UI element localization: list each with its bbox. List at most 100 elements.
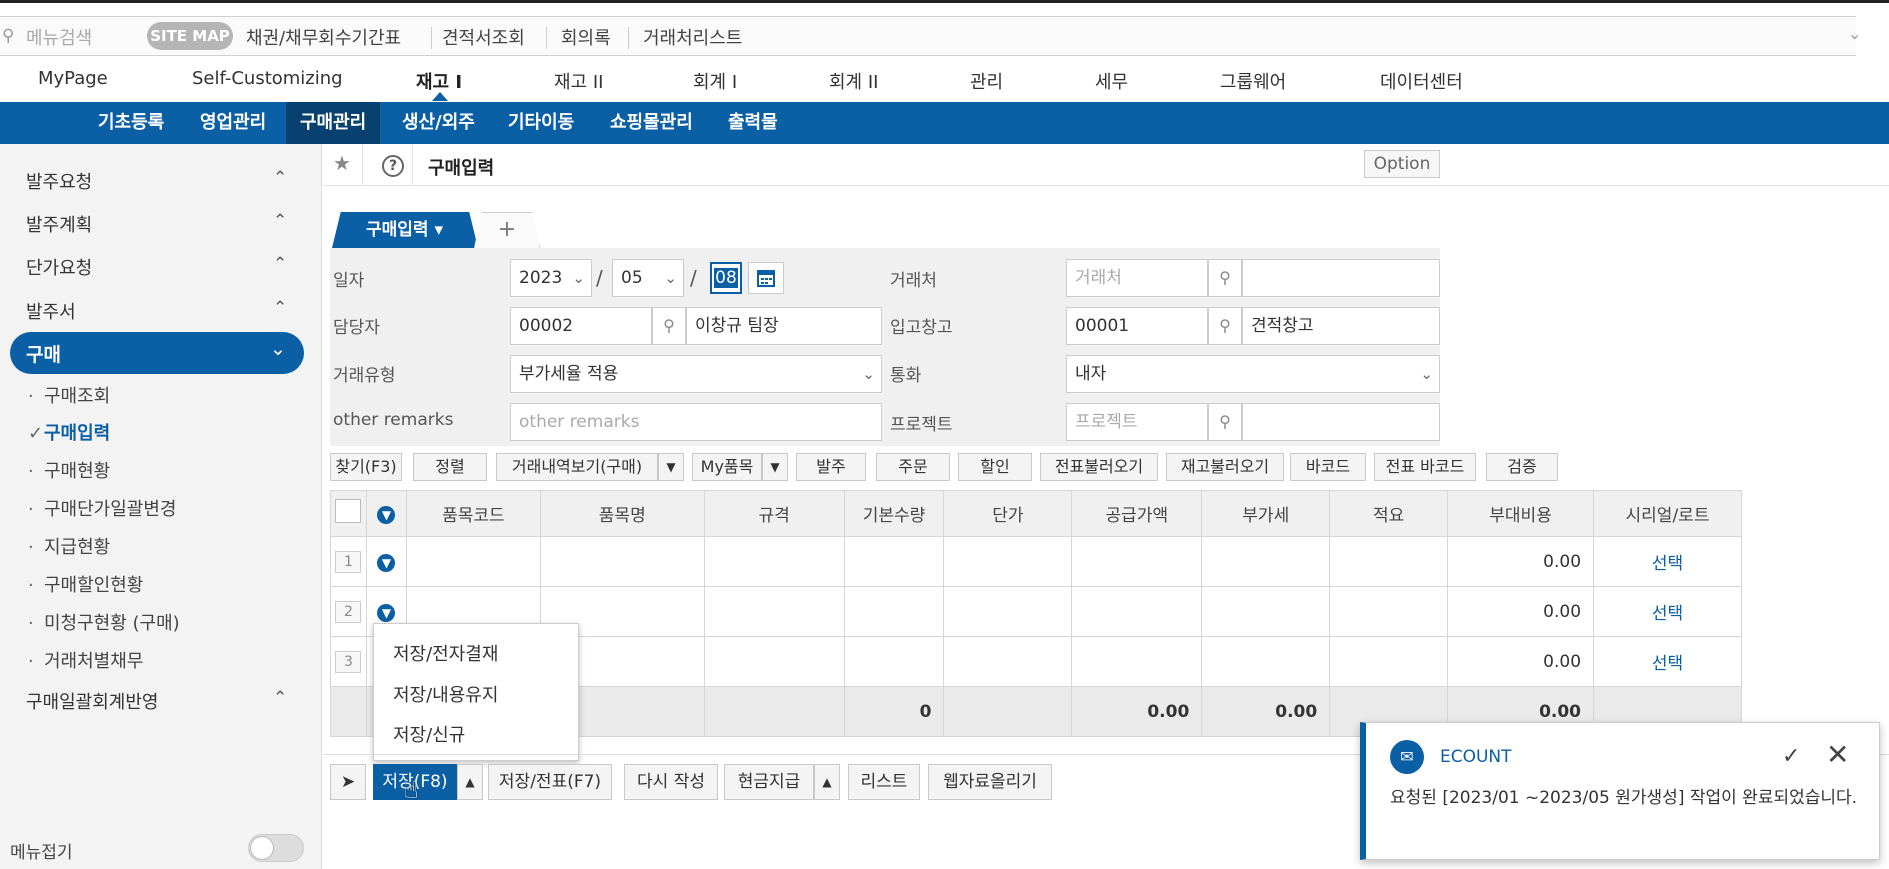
cell-remarks[interactable] <box>1329 636 1449 687</box>
mainnav-inventory-1[interactable]: 재고 I <box>416 68 462 94</box>
mainnav-mypage[interactable]: MyPage <box>38 68 108 89</box>
web-upload-button[interactable]: 웹자료올리기 <box>928 764 1052 800</box>
cell-supply[interactable] <box>1071 586 1203 637</box>
send-button[interactable]: ➤ <box>330 764 366 800</box>
mainnav-accounting-2[interactable]: 회계 II <box>829 68 878 94</box>
warehouse-search-icon[interactable]: ⚲ <box>1208 307 1242 345</box>
caret-down-icon[interactable]: ▼ <box>762 453 788 481</box>
col-spec[interactable]: 규격 <box>703 490 845 537</box>
subnav-shopping-mall[interactable]: 쇼핑몰관리 <box>596 102 707 144</box>
find-button[interactable]: 찾기(F3) <box>330 453 402 481</box>
col-extra-cost[interactable]: 부대비용 <box>1447 490 1595 537</box>
arrow-down-circle-icon[interactable]: ▼ <box>377 603 396 622</box>
slip-barcode-button[interactable]: 전표 바코드 <box>1374 453 1476 481</box>
menu-item-save-keep[interactable]: 저장/내용유지 <box>393 681 498 707</box>
list-button[interactable]: 리스트 <box>848 764 920 800</box>
caret-up-icon[interactable]: ▲ <box>814 764 840 800</box>
sidebar-item-order-plan[interactable]: 발주계획 <box>26 211 92 237</box>
cell-unit-price[interactable] <box>943 636 1073 687</box>
subnav-purchase[interactable]: 구매관리 <box>286 102 381 144</box>
sidebar-sub-price-bulk-change[interactable]: · 구매단가일괄변경 <box>28 495 176 521</box>
add-tab-button[interactable]: + <box>474 212 540 248</box>
cell-item-code[interactable] <box>405 536 541 587</box>
cell-supply[interactable] <box>1071 536 1203 587</box>
subnav-print[interactable]: 출력물 <box>714 102 792 144</box>
cell-spec[interactable] <box>703 586 845 637</box>
subnav-sales[interactable]: 영업관리 <box>186 102 280 144</box>
row-expand-cell[interactable]: ▼ <box>365 536 407 587</box>
sidebar-sub-payment-status[interactable]: · 지급현황 <box>28 533 110 559</box>
cell-qty[interactable] <box>843 536 945 587</box>
sidebar-sub-vendor-debt[interactable]: · 거래처별채무 <box>28 647 143 673</box>
project-search-icon[interactable]: ⚲ <box>1208 403 1242 441</box>
validate-button[interactable]: 검증 <box>1486 453 1558 481</box>
cell-supply[interactable] <box>1071 636 1203 687</box>
quicklink-minutes[interactable]: 회의록 <box>561 24 611 50</box>
sidebar-item-price-request[interactable]: 단가요청 <box>26 254 92 280</box>
cell-qty[interactable] <box>843 636 945 687</box>
mainnav-accounting-1[interactable]: 회계 I <box>693 68 737 94</box>
select-all-checkbox[interactable] <box>335 499 362 523</box>
remarks-input[interactable]: other remarks <box>510 403 882 441</box>
help-icon[interactable]: ? <box>382 155 404 177</box>
sidebar-sub-unbilled-status[interactable]: · 미청구현황 (구매) <box>28 609 180 635</box>
mainnav-self-customizing[interactable]: Self-Customizing <box>192 68 343 89</box>
cell-remarks[interactable] <box>1329 586 1449 637</box>
arrow-down-circle-icon[interactable]: ▼ <box>377 505 396 524</box>
cell-unit-price[interactable] <box>943 536 1073 587</box>
quicklink-vendor-list[interactable]: 거래처리스트 <box>643 24 742 50</box>
expand-all-cell[interactable]: ▼ <box>365 490 407 537</box>
col-remarks[interactable]: 적요 <box>1329 490 1449 537</box>
col-unit-price[interactable]: 단가 <box>943 490 1073 537</box>
mainnav-tax[interactable]: 세무 <box>1095 68 1128 94</box>
year-select[interactable]: 2023 ⌄ <box>510 259 592 297</box>
cash-payment-button[interactable]: 현금지급 <box>724 764 814 800</box>
caret-down-icon[interactable]: ▼ <box>658 453 684 481</box>
manager-search-icon[interactable]: ⚲ <box>652 307 686 345</box>
option-button[interactable]: Option <box>1364 150 1440 178</box>
cell-vat[interactable] <box>1201 536 1331 587</box>
cell-spec[interactable] <box>703 536 845 587</box>
mainnav-management[interactable]: 관리 <box>970 68 1003 94</box>
load-stock-button[interactable]: 재고불러오기 <box>1166 453 1284 481</box>
project-name-field[interactable] <box>1242 403 1440 441</box>
sitemap-button[interactable]: SITE MAP <box>147 22 233 50</box>
vendor-name-field[interactable] <box>1242 259 1440 297</box>
col-vat[interactable]: 부가세 <box>1201 490 1331 537</box>
col-item-code[interactable]: 품목코드 <box>405 490 541 537</box>
sidebar-sub-purchase-status[interactable]: · 구매현황 <box>28 457 110 483</box>
currency-select[interactable]: 내자 ⌄ <box>1066 355 1440 393</box>
trade-history-button[interactable]: 거래내역보기(구매) <box>496 453 658 481</box>
tab-purchase-input[interactable]: 구매입력 ▾ <box>332 212 478 248</box>
day-input[interactable]: 08 <box>710 262 742 294</box>
mainnav-inventory-2[interactable]: 재고 II <box>554 68 603 94</box>
cell-extra-cost[interactable]: 0.00 <box>1447 636 1595 687</box>
check-icon[interactable]: ✓ <box>1782 744 1800 769</box>
vendor-input[interactable]: 거래처 <box>1066 259 1208 297</box>
chevron-up-icon[interactable]: ⌃ <box>273 254 287 274</box>
serial-select-link[interactable]: 선택 <box>1593 636 1742 687</box>
cell-extra-cost[interactable]: 0.00 <box>1447 536 1595 587</box>
chevron-up-icon[interactable]: ⌃ <box>273 298 287 318</box>
mainnav-datacenter[interactable]: 데이터센터 <box>1380 68 1463 94</box>
cell-extra-cost[interactable]: 0.00 <box>1447 586 1595 637</box>
sidebar-item-bulk-accounting[interactable]: 구매일괄회계반영 <box>26 688 158 714</box>
quicklink-quote[interactable]: 견적서조회 <box>442 24 525 50</box>
quicklink-receivable[interactable]: 채권/채무회수기간표 <box>246 24 401 50</box>
calendar-button[interactable] <box>748 262 784 294</box>
chevron-down-icon[interactable]: ⌄ <box>270 338 286 360</box>
sidebar-sub-discount-status[interactable]: · 구매할인현황 <box>28 571 143 597</box>
serial-select-link[interactable]: 선택 <box>1593 586 1742 637</box>
close-icon[interactable]: ✕ <box>1826 738 1849 771</box>
cell-qty[interactable] <box>843 586 945 637</box>
project-input[interactable]: 프로젝트 <box>1066 403 1208 441</box>
col-item-name[interactable]: 품목명 <box>539 490 705 537</box>
cell-vat[interactable] <box>1201 636 1331 687</box>
vendor-search-icon[interactable]: ⚲ <box>1208 259 1242 297</box>
warehouse-code-input[interactable]: 00001 <box>1066 307 1208 345</box>
sidebar-sub-purchase-input[interactable]: ✓구매입력 <box>28 419 110 445</box>
rewrite-button[interactable]: 다시 작성 <box>624 764 718 800</box>
barcode-button[interactable]: 바코드 <box>1290 453 1366 481</box>
discount-button[interactable]: 할인 <box>958 453 1032 481</box>
manager-name-field[interactable]: 이창규 팀장 <box>686 307 882 345</box>
